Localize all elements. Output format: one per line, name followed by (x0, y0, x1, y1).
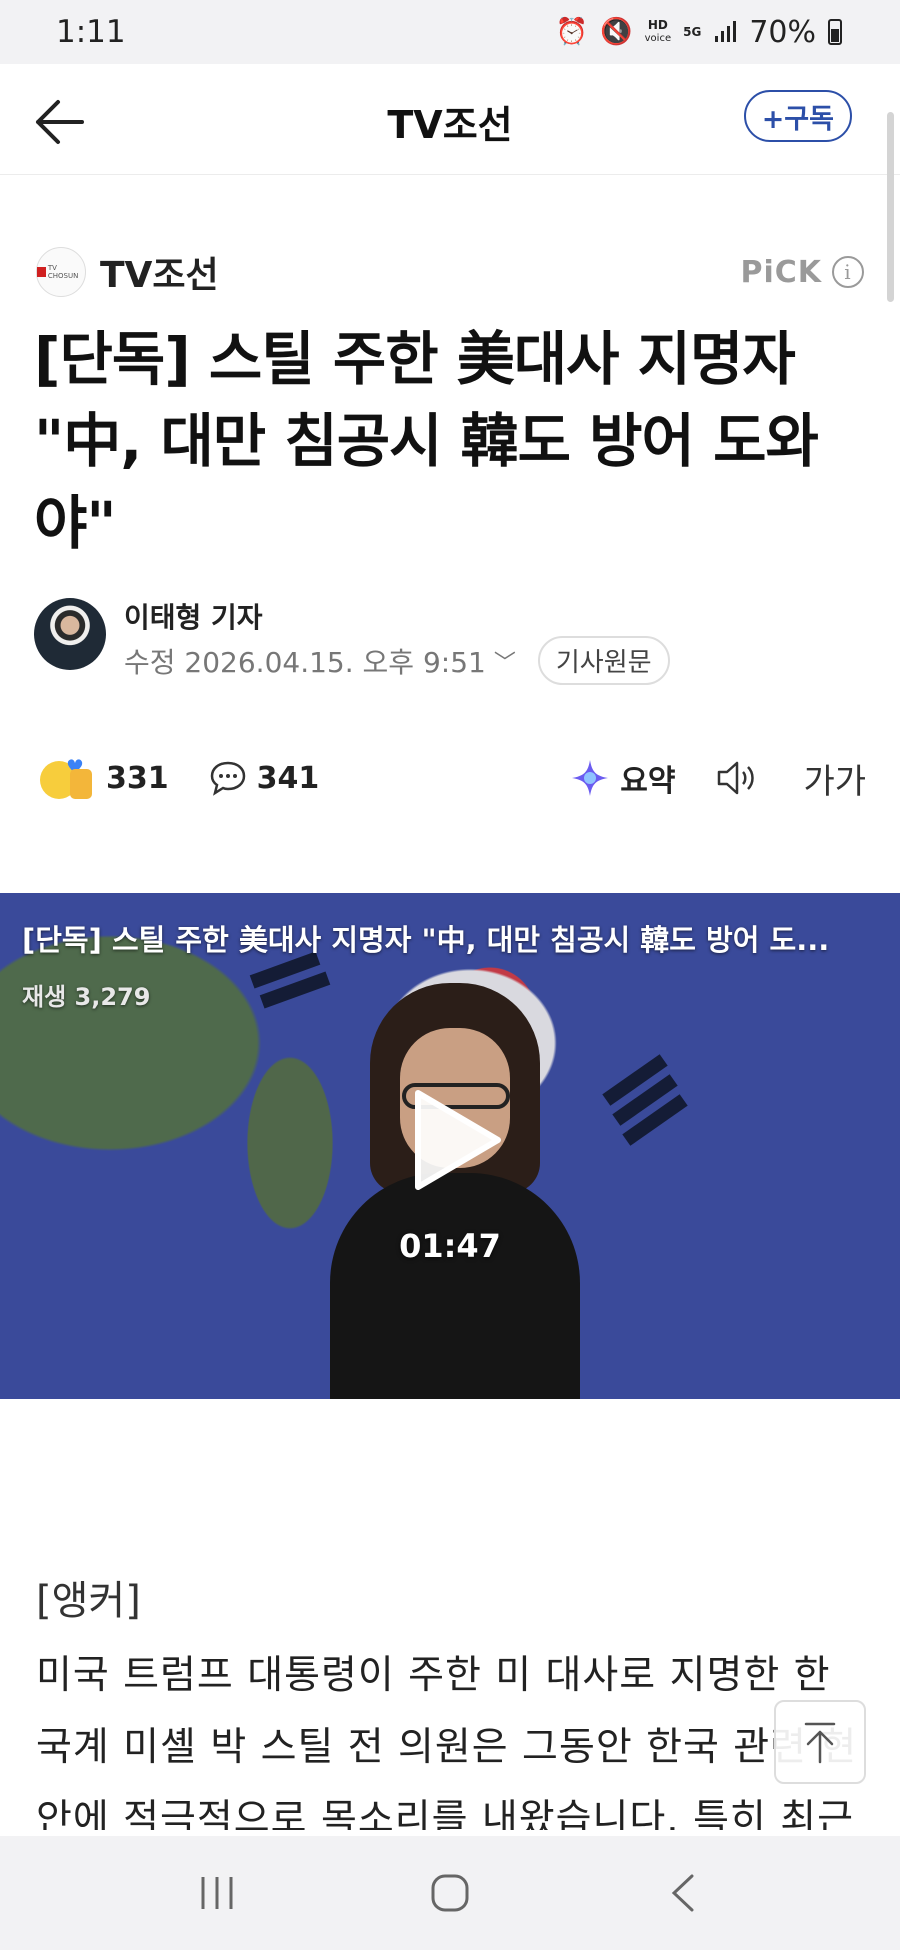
info-icon[interactable]: i (832, 256, 864, 288)
speech-bubble-icon (210, 761, 245, 796)
home-icon (431, 1874, 469, 1912)
reaction-emoji-icon: ♥ (40, 755, 96, 801)
reporter-name[interactable]: 이태형 기자 (124, 596, 263, 636)
article-headline: [단독] 스틸 주한 美대사 지명자 "中, 대만 침공시 韓도 방어 도와야" (34, 325, 819, 557)
video-player[interactable]: [단독] 스틸 주한 美대사 지명자 "中, 대만 침공시 韓도 방어 도...… (0, 893, 900, 1399)
status-icons: ⏰ 🔇 HD voice 5G 70% (556, 15, 842, 50)
hd-voice-icon: HD voice (644, 18, 672, 44)
reporter-avatar[interactable] (34, 598, 106, 670)
scrollbar[interactable] (887, 112, 894, 302)
summary-label: 요약 (620, 764, 676, 799)
video-duration: 01:47 (399, 1227, 501, 1265)
pick-label: PiCK (740, 254, 822, 290)
recent-apps-button[interactable] (172, 1863, 262, 1923)
play-icon[interactable] (406, 1085, 506, 1195)
video-view-count: 재생 3,279 (22, 983, 151, 1011)
alarm-icon: ⏰ (555, 17, 589, 47)
top-app-bar: TV조선 +구독 (0, 64, 900, 175)
arrow-up-icon (804, 1722, 836, 1764)
reaction-button[interactable]: ♥ 331 (40, 755, 169, 801)
press-logo[interactable]: TV CHOSUN (36, 247, 86, 297)
anchor-tag: [앵커] (36, 1578, 141, 1624)
signal-icon (715, 21, 737, 42)
system-navigation-bar (0, 1836, 900, 1950)
article-date: 수정 2026.04.15. 오후 9:51 (124, 645, 486, 679)
byline: 이태형 기자 수정 2026.04.15. 오후 9:51 ﹀ 기사원문 (34, 596, 854, 685)
arrow-left-icon (36, 100, 84, 144)
battery-icon (828, 19, 842, 45)
reaction-count: 331 (106, 760, 169, 796)
network-5g-icon: 5G (683, 25, 702, 39)
pick-badge: PiCK i (740, 255, 864, 290)
battery-percent: 70% (749, 14, 816, 50)
summary-button[interactable]: 요약 (570, 756, 675, 800)
speaker-icon[interactable] (715, 758, 759, 798)
chevron-left-icon (672, 1874, 694, 1912)
nav-back-button[interactable] (638, 1863, 728, 1923)
press-name[interactable]: TV조선 (100, 246, 219, 298)
sparkle-icon (572, 760, 609, 796)
date-row: 수정 2026.04.15. 오후 9:51 ﹀ 기사원문 (124, 636, 670, 685)
back-button[interactable] (30, 92, 90, 152)
comment-button[interactable]: 341 (209, 760, 320, 796)
font-size-button[interactable]: 가가 (803, 754, 866, 803)
subscribe-button[interactable]: +구독 (743, 90, 852, 142)
comment-count: 341 (256, 760, 320, 796)
chevron-down-icon[interactable]: ﹀ (494, 645, 516, 677)
original-article-button[interactable]: 기사원문 (537, 636, 670, 685)
press-header: TV CHOSUN TV조선 PiCK i (36, 246, 864, 298)
home-button[interactable] (405, 1863, 495, 1923)
mute-icon: 🔇 (600, 17, 633, 47)
recent-apps-icon (201, 1877, 233, 1909)
status-time: 1:11 (56, 14, 126, 50)
scroll-top-button[interactable] (774, 1700, 866, 1784)
status-bar: 1:11 ⏰ 🔇 HD voice 5G 70% (0, 0, 900, 64)
article-body: 미국 트럼프 대통령이 주한 미 대사로 지명한 한국계 미셸 박 스틸 전 의… (36, 1653, 856, 1830)
article-action-bar: ♥ 331 341 요약 가가 (40, 752, 866, 804)
video-title: [단독] 스틸 주한 美대사 지명자 "中, 대만 침공시 韓도 방어 도... (22, 923, 830, 957)
